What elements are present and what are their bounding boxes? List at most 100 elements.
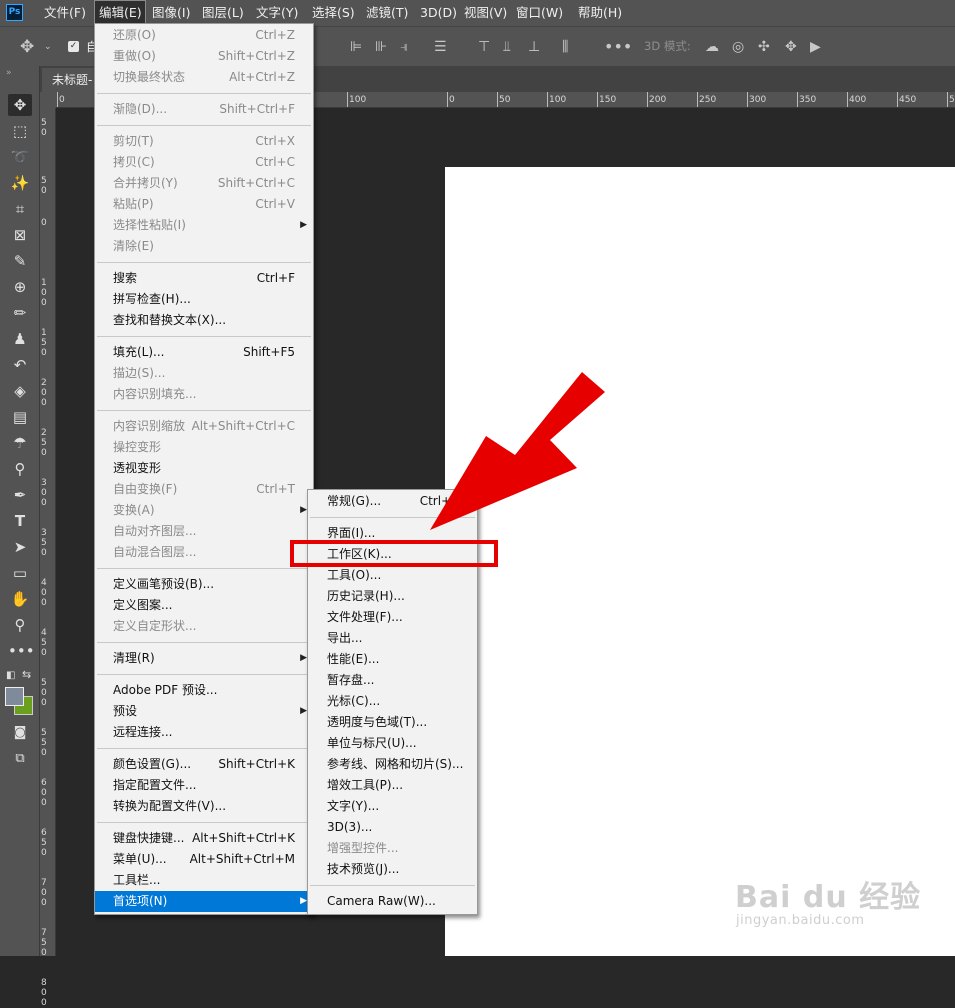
roll-3d-icon[interactable]: ◎: [732, 27, 744, 67]
menu-item[interactable]: 导出...: [308, 628, 477, 649]
align-top-icon[interactable]: ⊤: [478, 27, 490, 67]
move-tool-icon[interactable]: ✥: [8, 94, 32, 116]
zoom-tool-icon[interactable]: ⚲: [8, 614, 32, 636]
menu-0[interactable]: 文件(F): [40, 0, 92, 26]
lasso-tool-icon[interactable]: ➰: [8, 146, 32, 168]
pen-tool-icon[interactable]: ✒: [8, 484, 32, 506]
menu-item[interactable]: 3D(3)...: [308, 817, 477, 838]
menu-item[interactable]: 自动混合图层...: [95, 542, 313, 563]
clone-stamp-icon[interactable]: ♟: [8, 328, 32, 350]
foreground-color-swatch[interactable]: [5, 687, 24, 706]
menu-item[interactable]: Camera Raw(W)...: [308, 891, 477, 912]
panel-collapse-icon[interactable]: »: [6, 68, 12, 78]
menu-item[interactable]: 文字(Y)...: [308, 796, 477, 817]
menu-item[interactable]: 参考线、网格和切片(S)...: [308, 754, 477, 775]
menu-item[interactable]: 转换为配置文件(V)...: [95, 796, 313, 817]
screen-mode-icon[interactable]: ⧉: [8, 748, 32, 770]
menu-item[interactable]: Adobe PDF 预设...: [95, 680, 313, 701]
menu-item[interactable]: 自由变换(F) Ctrl+T: [95, 479, 313, 500]
menu-item[interactable]: 远程连接...: [95, 722, 313, 743]
gradient-tool-icon[interactable]: ▤: [8, 406, 32, 428]
scale-3d-icon[interactable]: ▶: [810, 27, 821, 67]
menu-item[interactable]: 增强型控件...: [308, 838, 477, 859]
align-middle-icon[interactable]: ⫫: [503, 27, 511, 67]
menu-item[interactable]: 剪切(T) Ctrl+X: [95, 131, 313, 152]
menu-item[interactable]: 拼写检查(H)...: [95, 289, 313, 310]
dodge-tool-icon[interactable]: ⚲: [8, 458, 32, 480]
rectangle-tool-icon[interactable]: ▭: [8, 562, 32, 584]
eraser-icon[interactable]: ◈: [8, 380, 32, 402]
menu-item[interactable]: 粘贴(P) Ctrl+V: [95, 194, 313, 215]
menu-item[interactable]: 内容识别缩放 Alt+Shift+Ctrl+C: [95, 416, 313, 437]
menu-item[interactable]: 透明度与色域(T)...: [308, 712, 477, 733]
menu-item[interactable]: 颜色设置(G)... Shift+Ctrl+K: [95, 754, 313, 775]
menu-9[interactable]: 窗口(W): [512, 0, 570, 26]
menu-item[interactable]: 文件处理(F)...: [308, 607, 477, 628]
healing-brush-icon[interactable]: ⊕: [8, 276, 32, 298]
menu-item[interactable]: 还原(O) Ctrl+Z: [95, 25, 313, 46]
menu-item[interactable]: 光标(C)...: [308, 691, 477, 712]
menu-7[interactable]: 3D(D): [416, 0, 457, 26]
menu-item[interactable]: 工具(O)...: [308, 565, 477, 586]
type-tool-icon[interactable]: T: [8, 510, 32, 532]
menu-8[interactable]: 视图(V): [460, 0, 508, 26]
menu-item[interactable]: 历史记录(H)...: [308, 586, 477, 607]
menu-5[interactable]: 选择(S): [308, 0, 358, 26]
menu-item[interactable]: 暂存盘...: [308, 670, 477, 691]
menu-item[interactable]: 定义图案...: [95, 595, 313, 616]
menu-item[interactable]: 查找和替换文本(X)...: [95, 310, 313, 331]
menu-item[interactable]: 自动对齐图层...: [95, 521, 313, 542]
menu-item[interactable]: 变换(A) ▶: [95, 500, 313, 521]
document-tab[interactable]: 未标题-: [42, 68, 98, 92]
swap-colors-icon[interactable]: ⇆: [22, 668, 31, 681]
menu-item[interactable]: 技术预览(J)...: [308, 859, 477, 880]
menu-item[interactable]: 单位与标尺(U)...: [308, 733, 477, 754]
menu-item[interactable]: 清除(E): [95, 236, 313, 257]
history-brush-icon[interactable]: ↶: [8, 354, 32, 376]
menu-item[interactable]: 预设 ▶: [95, 701, 313, 722]
more-tools-icon[interactable]: •••: [8, 640, 35, 662]
menu-item[interactable]: 填充(L)... Shift+F5: [95, 342, 313, 363]
drag-3d-icon[interactable]: ✣: [758, 27, 770, 67]
crop-tool-icon[interactable]: ⌗: [8, 198, 32, 220]
distribute-icon[interactable]: ☰: [434, 27, 447, 67]
align-center-icon[interactable]: ⊪: [375, 27, 387, 67]
menu-item[interactable]: 指定配置文件...: [95, 775, 313, 796]
more-icon[interactable]: •••: [604, 27, 632, 67]
menu-item[interactable]: 清理(R) ▶: [95, 648, 313, 669]
menu-item[interactable]: 选择性粘贴(I) ▶: [95, 215, 313, 236]
auto-select-checkbox[interactable]: ✓: [68, 41, 79, 52]
align-right-icon[interactable]: ⫣: [400, 27, 408, 67]
menu-10[interactable]: 帮助(H): [574, 0, 630, 26]
menu-item[interactable]: 工具栏...: [95, 870, 313, 891]
eyedropper-icon[interactable]: ✎: [8, 250, 32, 272]
menu-6[interactable]: 滤镜(T): [362, 0, 412, 26]
chevron-down-icon[interactable]: ⌄: [44, 27, 52, 67]
move-icon[interactable]: ✥: [20, 27, 34, 67]
menu-item[interactable]: 定义自定形状...: [95, 616, 313, 637]
quick-mask-icon[interactable]: ◙: [8, 722, 32, 744]
menu-item[interactable]: 菜单(U)... Alt+Shift+Ctrl+M: [95, 849, 313, 870]
marquee-tool-icon[interactable]: ⬚: [8, 120, 32, 142]
default-colors-icon[interactable]: ◧: [6, 670, 15, 681]
document-canvas[interactable]: [445, 167, 955, 956]
brush-tool-icon[interactable]: ✏: [8, 302, 32, 324]
menu-item[interactable]: 增效工具(P)...: [308, 775, 477, 796]
menu-item[interactable]: 首选项(N) ▶: [95, 891, 313, 912]
menu-item[interactable]: 重做(O) Shift+Ctrl+Z: [95, 46, 313, 67]
distribute-vertical-icon[interactable]: ⫼: [562, 27, 568, 67]
hand-tool-icon[interactable]: ✋: [8, 588, 32, 610]
menu-item[interactable]: 键盘快捷键... Alt+Shift+Ctrl+K: [95, 828, 313, 849]
menu-item[interactable]: 定义画笔预设(B)...: [95, 574, 313, 595]
menu-item[interactable]: 切换最终状态 Alt+Ctrl+Z: [95, 67, 313, 88]
align-bottom-icon[interactable]: ⊥: [528, 27, 540, 67]
menu-item[interactable]: 透视变形: [95, 458, 313, 479]
orbit-3d-icon[interactable]: ☁: [705, 27, 719, 67]
ruler-origin[interactable]: [40, 92, 56, 108]
menu-item[interactable]: 描边(S)...: [95, 363, 313, 384]
menu-item[interactable]: 拷贝(C) Ctrl+C: [95, 152, 313, 173]
path-selection-icon[interactable]: ➤: [8, 536, 32, 558]
menu-item[interactable]: 内容识别填充...: [95, 384, 313, 405]
blur-tool-icon[interactable]: ☂: [8, 432, 32, 454]
menu-item[interactable]: 合并拷贝(Y) Shift+Ctrl+C: [95, 173, 313, 194]
